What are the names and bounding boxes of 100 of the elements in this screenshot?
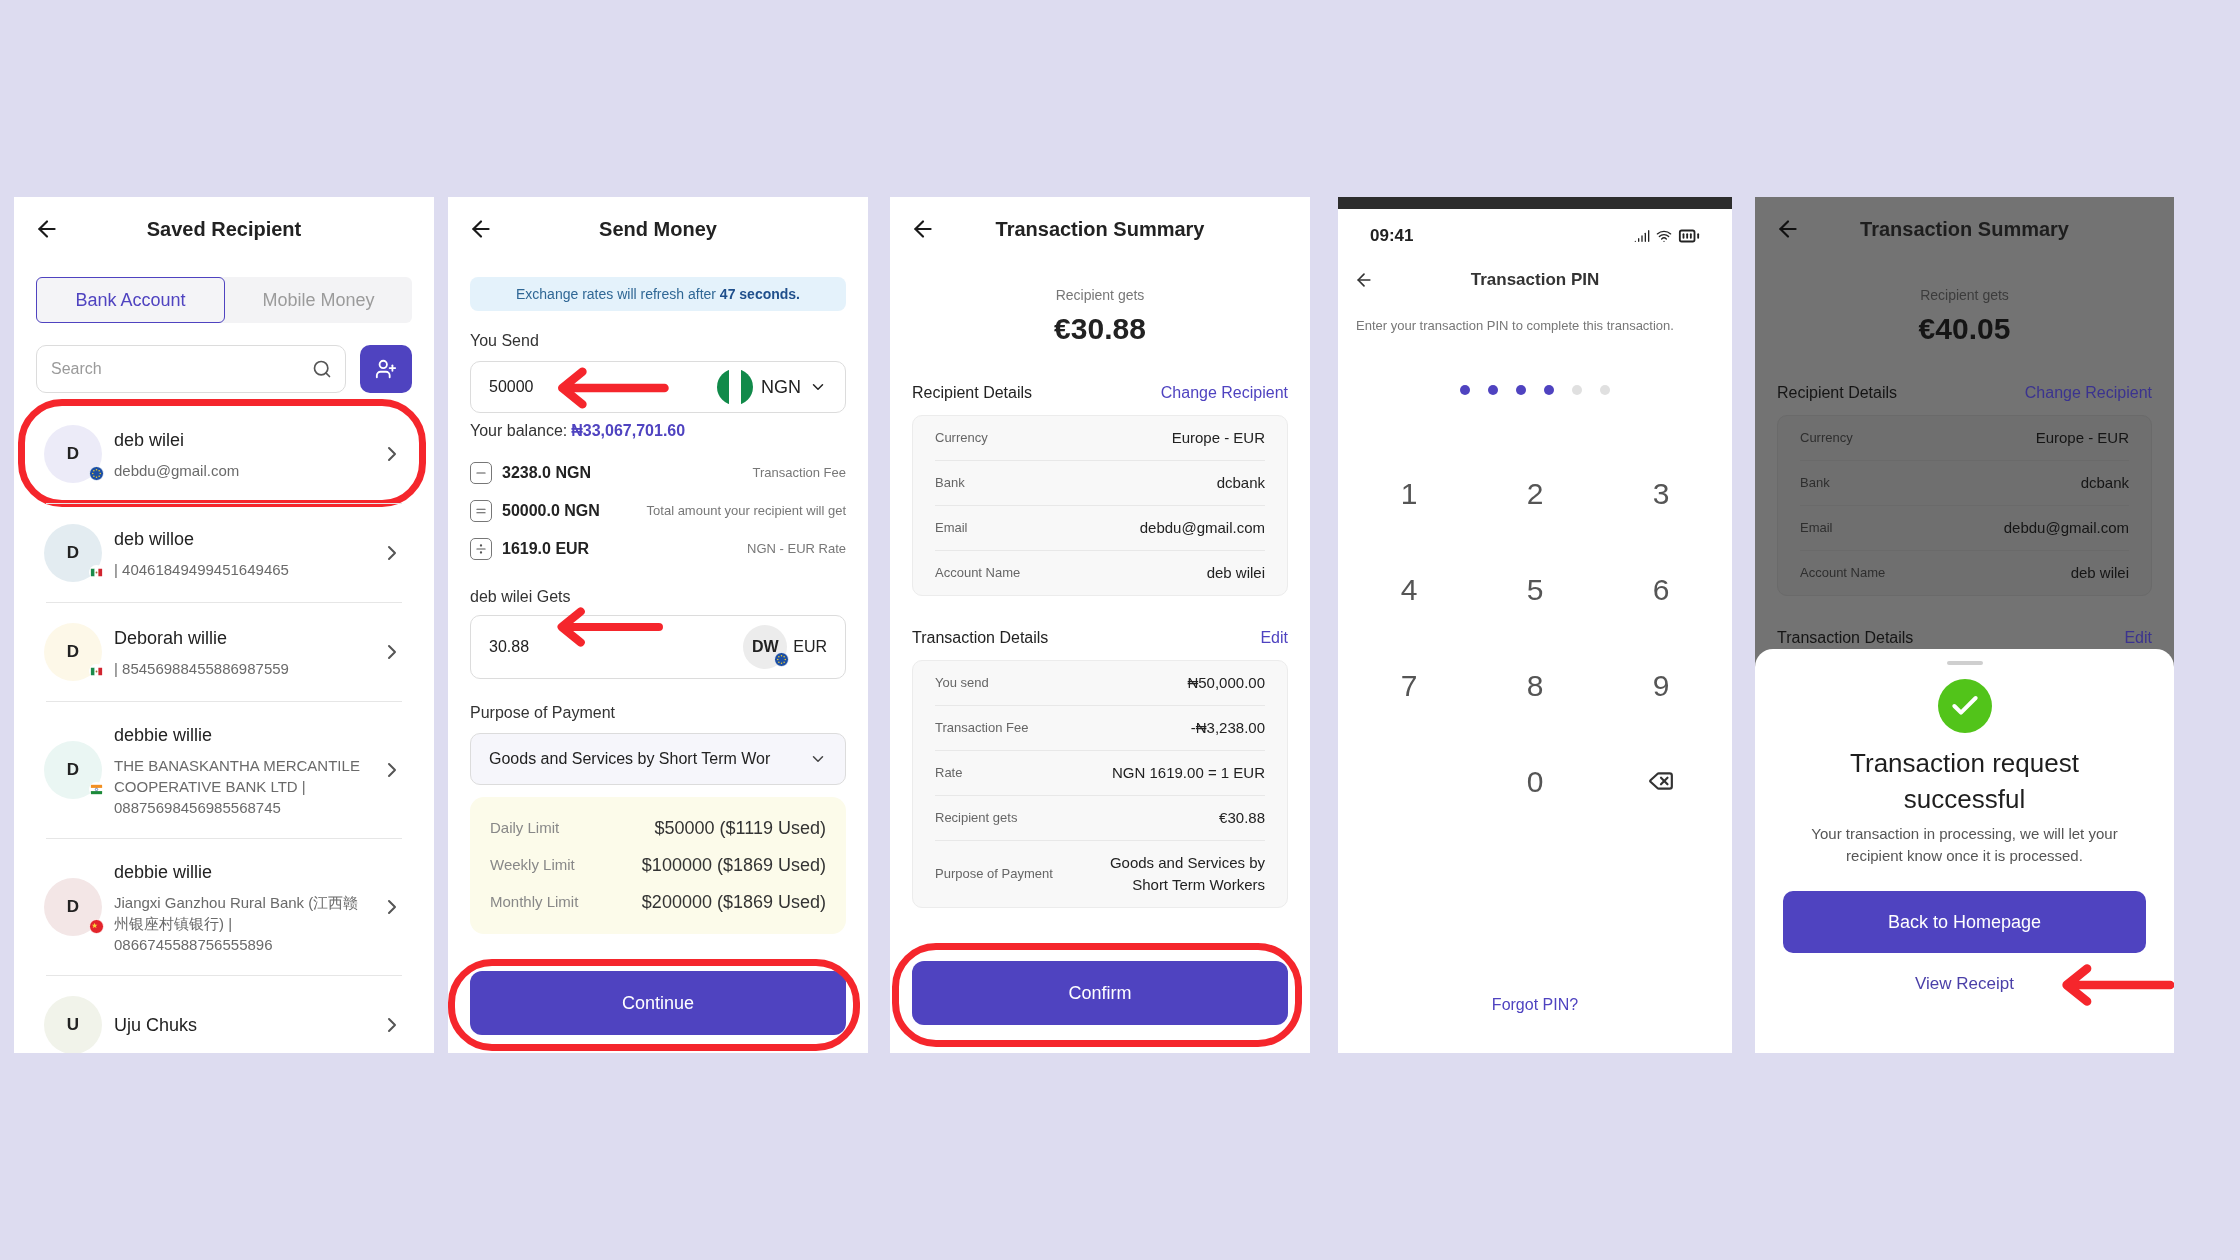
limit-label: Monthly Limit	[490, 892, 579, 913]
keypad-key[interactable]: 5	[1472, 541, 1598, 637]
detail-value: NGN 1619.00 = 1 EUR	[1112, 763, 1265, 783]
detail-value: Europe - EUR	[2035, 428, 2129, 448]
keypad-key[interactable]: 2	[1472, 445, 1598, 541]
keypad-key[interactable]: 8	[1472, 637, 1598, 733]
recipient-name: deb wilei	[114, 429, 186, 452]
flag-icon	[89, 565, 104, 580]
avatar: D	[44, 425, 102, 483]
search-field[interactable]: Search	[36, 345, 346, 393]
add-user-icon	[375, 358, 397, 380]
limit-value: $100000 ($1869 Used)	[641, 854, 826, 877]
rate-notice: Exchange rates will refresh after 47 seconds.	[470, 277, 846, 311]
divide-icon	[470, 538, 492, 560]
flag-icon	[89, 466, 104, 481]
amount-input[interactable]: 30.88	[489, 635, 549, 659]
wifi-icon	[1656, 228, 1672, 244]
forgot-pin-link[interactable]: Forgot PIN?	[1491, 993, 1579, 1017]
detail-value: ₦50,000.00	[1187, 673, 1265, 693]
breakdown-note: Total amount your recipient will get	[646, 502, 846, 521]
confirm-button[interactable]: Confirm	[912, 961, 1288, 1025]
continue-button[interactable]: Continue	[470, 971, 846, 1035]
search-icon	[312, 359, 332, 379]
recipient-gets-amount: €30.88	[1053, 311, 1147, 347]
section-link[interactable]: Edit	[1260, 626, 1288, 650]
amount-input[interactable]: 50000	[489, 375, 549, 399]
detail-label: You send	[935, 674, 989, 693]
recipient-name: deb willoe	[114, 528, 196, 551]
keypad-key[interactable]: 1	[1346, 445, 1472, 541]
detail-label: Rate	[935, 764, 963, 783]
detail-value: Europe - EUR	[1171, 428, 1265, 448]
view-receipt-link[interactable]: View Receipt	[1915, 971, 2014, 997]
avatar: DW	[743, 625, 788, 669]
section-title: Recipient Details	[912, 383, 1033, 403]
equals-icon	[470, 500, 492, 522]
recipient-name: Deborah willie	[114, 627, 229, 650]
recipient-row[interactable]: D deb wilei debdu@gmail.com	[14, 405, 434, 503]
currency-code: NGN	[761, 375, 801, 399]
detail-label: Currency	[1800, 429, 1853, 448]
recipient-detail: Jiangxi Ganzhou Rural Bank (江西赣州银座村镇银行) | 0866745588756555896	[114, 893, 360, 955]
balance-label: Your balance:	[470, 421, 568, 441]
recipient-gets-amount: €40.05	[1917, 311, 2012, 347]
section-link[interactable]: Change Recipient	[1160, 381, 1288, 405]
breakdown-note: NGN - EUR Rate	[747, 540, 846, 559]
detail-value: dcbank	[2080, 473, 2129, 493]
screen-title: Transaction Summary	[1859, 217, 2070, 242]
recipient-detail: debdu@gmail.com	[114, 461, 241, 481]
keypad-key[interactable]: 9	[1598, 637, 1724, 733]
recipient-row[interactable]: D debbie willie THE BANASKANTHA MERCANTILE COOPERATIVE BANK LTD | 08875698456985568745	[14, 702, 434, 838]
breakdown-note: Transaction Fee	[752, 464, 846, 483]
signal-icon	[1634, 228, 1650, 244]
recipient-row[interactable]: D debbie willie Jiangxi Ganzhou Rural Bank (江西赣州银座村镇银行) | 0866745588756555896	[14, 839, 434, 975]
field-label: deb wilei Gets	[470, 587, 571, 607]
success-check-icon	[1937, 679, 1992, 733]
detail-value: dcbank	[1216, 473, 1265, 493]
recipient-gets-label: Recipient gets	[1054, 286, 1146, 305]
minus-icon	[470, 462, 492, 484]
purpose-select[interactable]: Goods and Services by Short Term Wor	[470, 733, 846, 785]
detail-label: Bank	[1800, 474, 1830, 493]
flag-icon	[774, 652, 790, 667]
recipient-name: debbie willie	[114, 861, 214, 884]
balance-value: ₦33,067,701.60	[571, 421, 686, 441]
detail-label: Purpose of Payment	[935, 865, 1053, 884]
keypad-key[interactable]: 7	[1346, 637, 1472, 733]
avatar: D	[44, 878, 102, 936]
section-title: Transaction Details	[912, 628, 1049, 648]
breakdown-amount: 1619.0 EUR	[502, 539, 590, 559]
detail-label: Account Name	[1800, 564, 1886, 583]
detail-value: debdu@gmail.com	[1139, 518, 1265, 538]
recipient-row[interactable]: D Deborah willie | 85456988455886987559	[14, 603, 434, 701]
screen-title: Send Money	[598, 217, 718, 242]
detail-label: Recipient gets	[935, 809, 1018, 828]
avatar: D	[44, 524, 102, 582]
detail-value: deb wilei	[2070, 563, 2129, 583]
recipient-detail: THE BANASKANTHA MERCANTILE COOPERATIVE BANK LTD | 08875698456985568745	[114, 756, 361, 818]
recipient-row[interactable]: D deb willoe | 40461849499451649465	[14, 504, 434, 602]
recipient-row[interactable]: U Uju Chuks	[14, 976, 434, 1053]
recipient-detail: | 85456988455886987559	[114, 659, 290, 679]
keypad-key[interactable]: 3	[1598, 445, 1724, 541]
keypad-key[interactable]: 4	[1346, 541, 1472, 637]
field-label: Purpose of Payment	[470, 703, 616, 723]
detail-label: Bank	[935, 474, 965, 493]
avatar: D	[44, 623, 102, 681]
tab[interactable]: Bank Account	[36, 277, 225, 323]
flag-icon	[89, 782, 104, 797]
currency-code: EUR	[793, 637, 827, 657]
breakdown-amount: 50000.0 NGN	[502, 501, 600, 521]
limit-label: Daily Limit	[490, 818, 560, 839]
recipient-detail: | 40461849499451649465	[114, 560, 290, 580]
keypad-key[interactable]: 0	[1472, 733, 1598, 829]
keypad-key[interactable]: 6	[1598, 541, 1724, 637]
flag-icon	[89, 664, 104, 679]
detail-label: Email	[935, 519, 968, 538]
add-recipient-button[interactable]	[360, 345, 412, 393]
section-title: Transaction Details	[1777, 628, 1914, 648]
recipient-name: debbie willie	[114, 724, 214, 747]
breakdown-amount: 3238.0 NGN	[502, 463, 591, 483]
homepage-button[interactable]: Back to Homepage	[1783, 891, 2146, 953]
screen-title: Saved Recipient	[145, 217, 303, 242]
sheet-message: Your transaction in processing, we will let your recipient know once it is processed.	[1810, 824, 2119, 866]
